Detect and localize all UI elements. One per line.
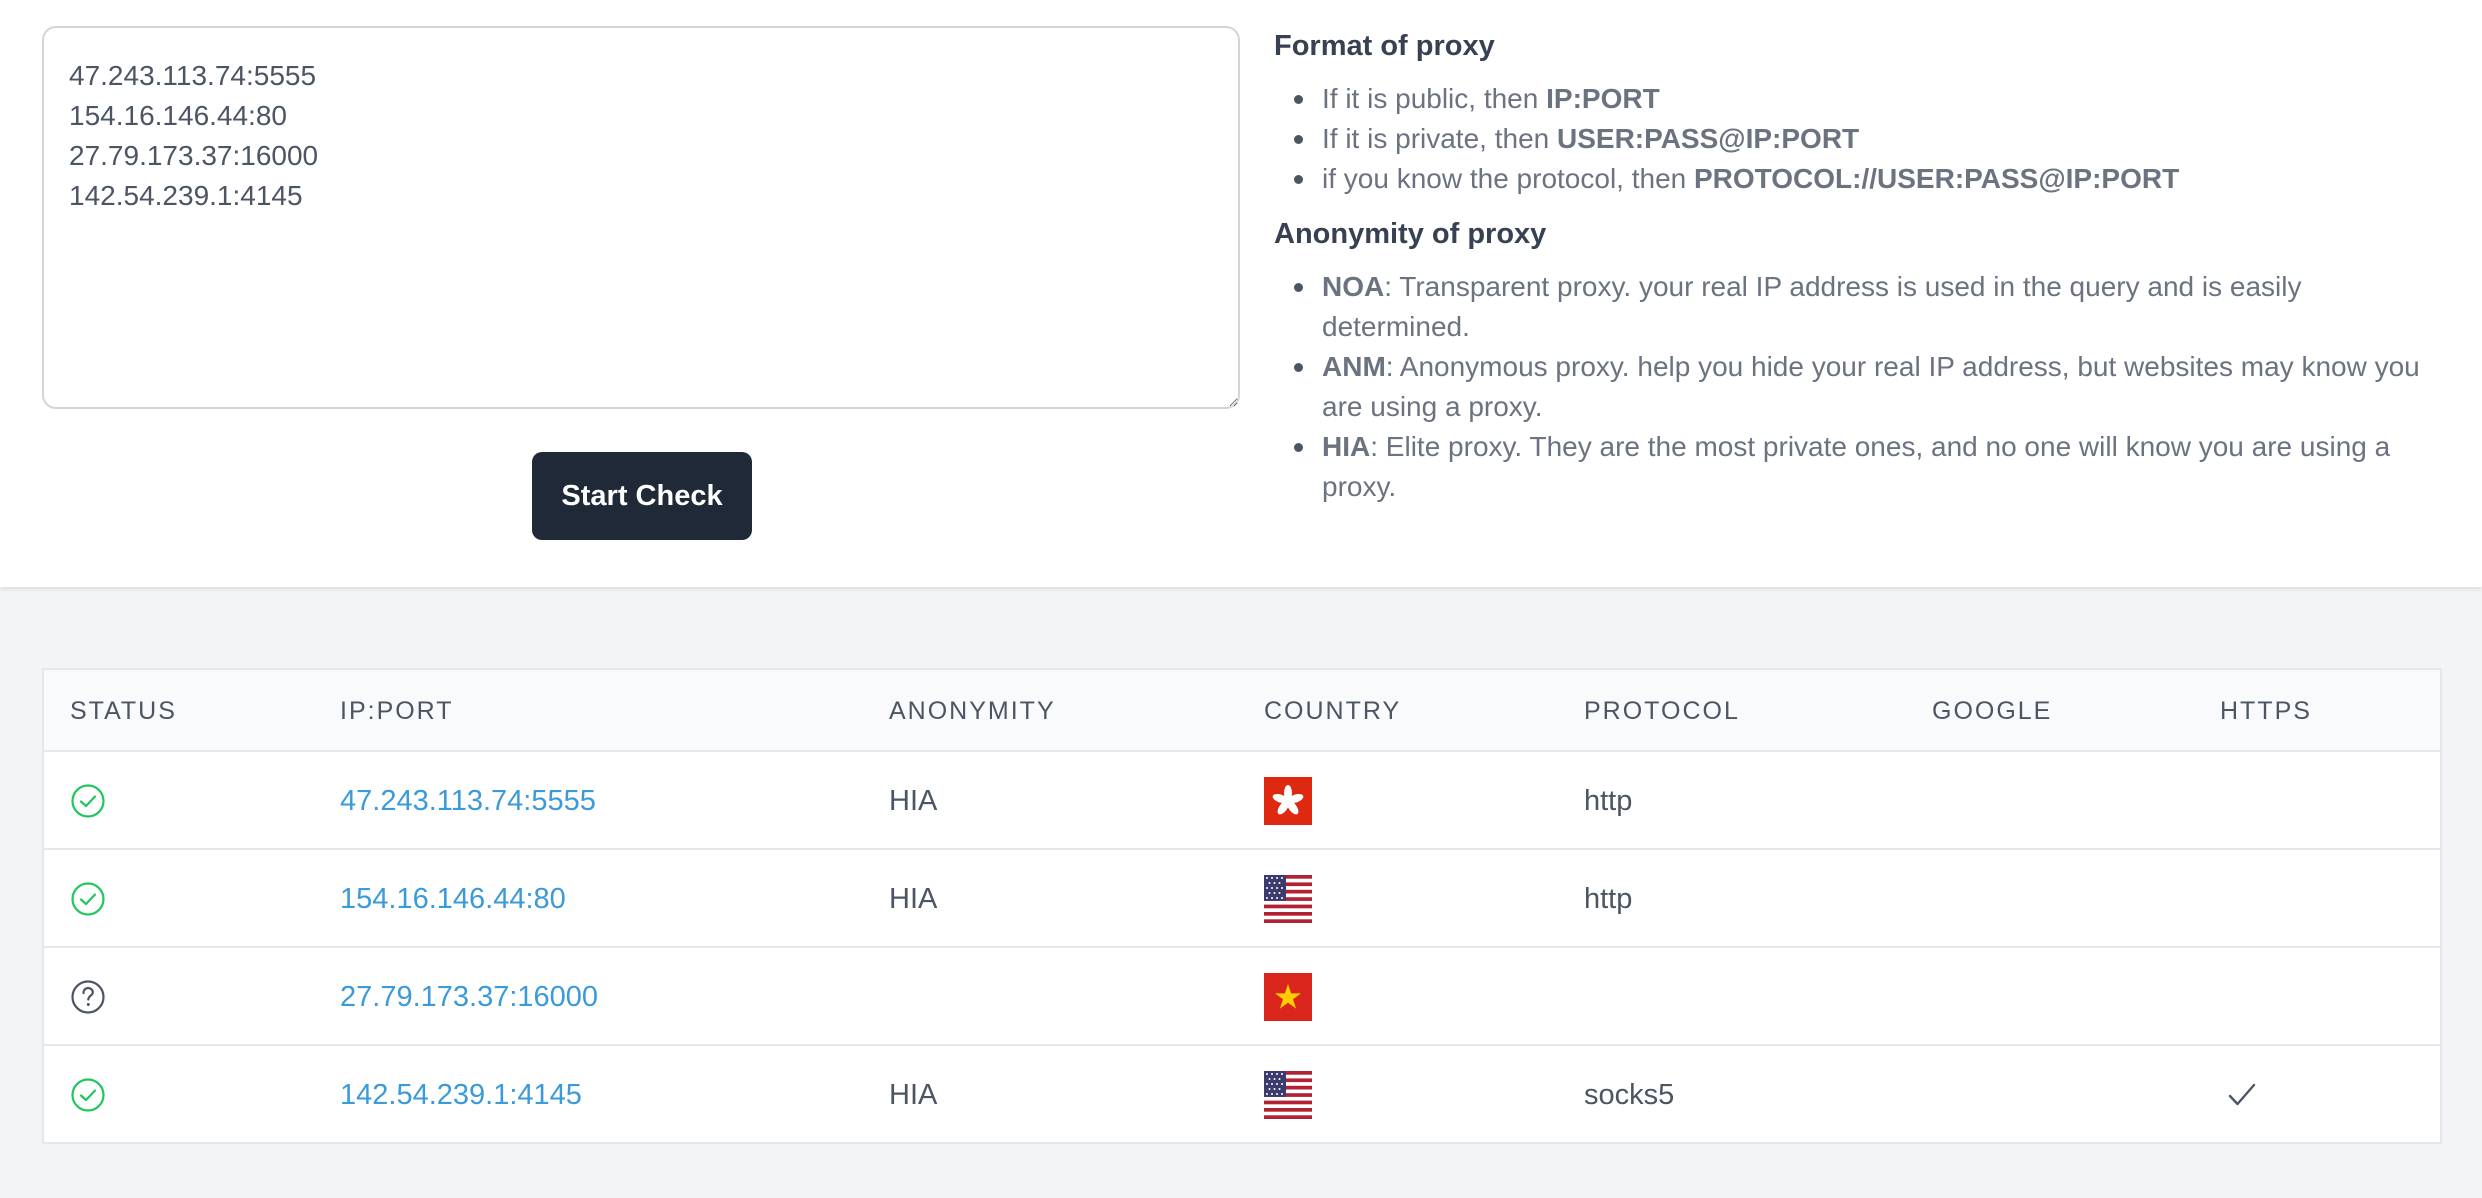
ip-port-link[interactable]: 154.16.146.44:80 [340,850,566,948]
check-circle-icon [71,1078,105,1112]
header-https: HTTPS [2220,697,2312,725]
ip-port-link[interactable]: 27.79.173.37:16000 [340,948,598,1046]
format-item-protocol: if you know the protocol, then PROTOCOL:… [1274,159,2454,199]
table-row: 142.54.239.1:4145 HIA socks5 [44,1046,2440,1144]
https-check-icon [2228,1083,2256,1106]
format-title: Format of proxy [1274,30,1495,62]
header-status: STATUS [70,697,177,725]
results-table: STATUS IP:PORT ANONYMITY COUNTRY PROTOCO… [42,668,2442,1144]
anonymity-value: HIA [889,1079,938,1111]
header-google: GOOGLE [1932,697,2053,725]
us-flag-icon [1264,875,1312,923]
ip-port-link[interactable]: 142.54.239.1:4145 [340,1046,582,1144]
vn-flag-icon [1264,973,1312,1021]
header-ip-port: IP:PORT [340,697,454,725]
anonymity-list: NOA: Transparent proxy. your real IP add… [1274,267,2454,507]
anonymity-item-hia: HIA: Elite proxy. They are the most priv… [1274,427,2454,507]
anonymity-item-anm: ANM: Anonymous proxy. help you hide your… [1274,347,2454,427]
question-circle-icon [71,980,105,1014]
header-anonymity: ANONYMITY [889,697,1056,725]
format-item-private: If it is private, then USER:PASS@IP:PORT [1274,119,2454,159]
check-circle-icon [71,784,105,818]
header-protocol: PROTOCOL [1584,697,1740,725]
table-row: 154.16.146.44:80 HIA http [44,850,2440,948]
anonymity-value: HIA [889,883,938,915]
protocol-value: http [1584,883,1633,915]
hk-flag-icon [1264,777,1312,825]
table-row: 27.79.173.37:16000 [44,948,2440,1046]
anonymity-value: HIA [889,785,938,817]
proxy-list-input[interactable]: 47.243.113.74:5555 154.16.146.44:80 27.7… [42,26,1240,409]
header-country: COUNTRY [1264,697,1402,725]
help-panel: Format of proxy If it is public, then IP… [1274,25,2454,521]
start-check-button[interactable]: Start Check [532,452,752,540]
anonymity-item-noa: NOA: Transparent proxy. your real IP add… [1274,267,2454,347]
anonymity-title: Anonymity of proxy [1274,218,1547,250]
checker-panel: 47.243.113.74:5555 154.16.146.44:80 27.7… [0,0,2482,587]
table-row: 47.243.113.74:5555 HIA http [44,752,2440,850]
check-circle-icon [71,882,105,916]
us-flag-icon [1264,1071,1312,1119]
format-item-public: If it is public, then IP:PORT [1274,79,2454,119]
ip-port-link[interactable]: 47.243.113.74:5555 [340,752,596,850]
protocol-value: http [1584,785,1633,817]
protocol-value: socks5 [1584,1079,1675,1111]
table-header: STATUS IP:PORT ANONYMITY COUNTRY PROTOCO… [44,670,2440,752]
format-list: If it is public, then IP:PORT If it is p… [1274,79,2454,199]
